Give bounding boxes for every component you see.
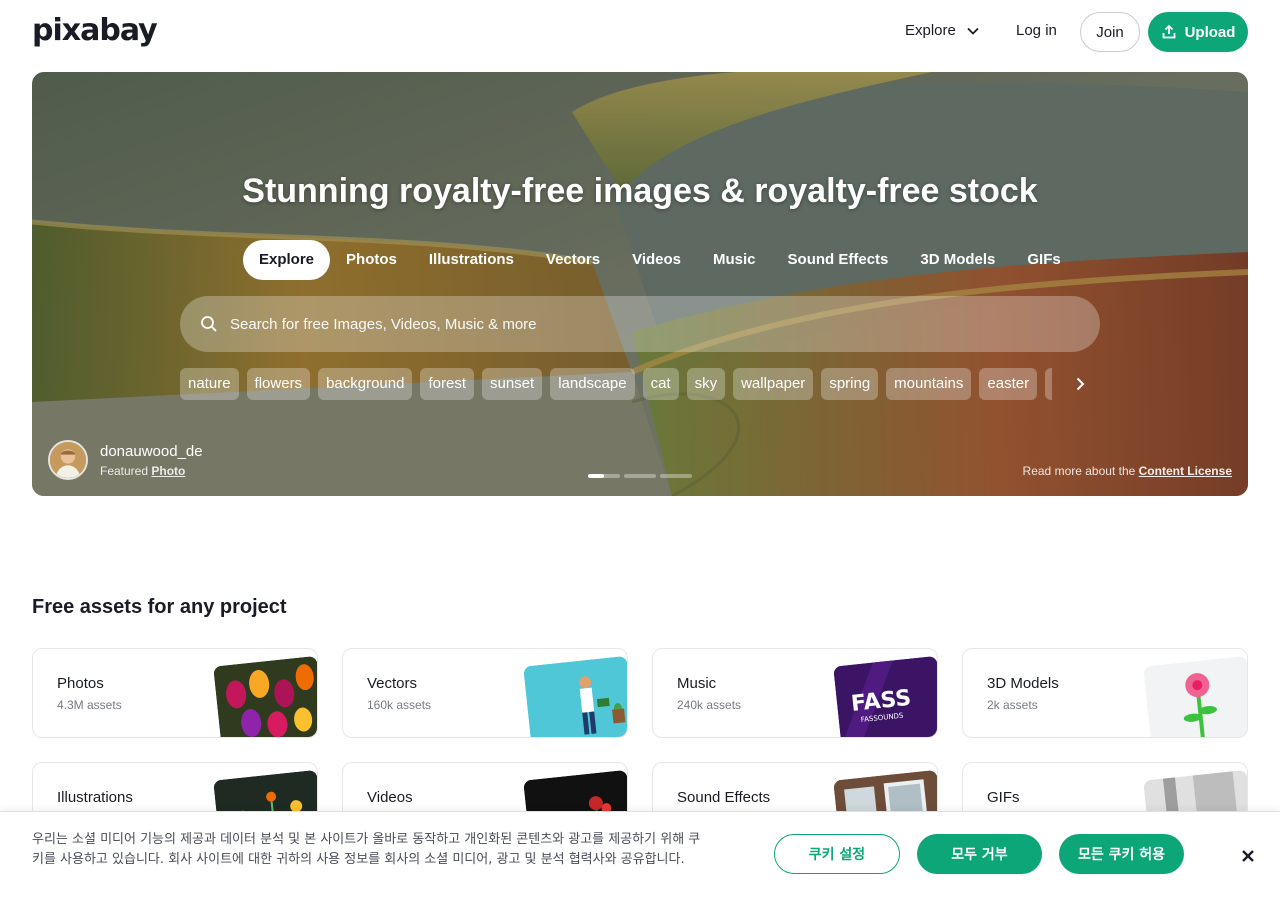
pixabay-logo[interactable]: pixabay: [32, 13, 158, 48]
login-link[interactable]: Log in: [1016, 22, 1057, 39]
explore-menu[interactable]: Explore: [905, 22, 980, 39]
tab-gifs[interactable]: GIFs: [1011, 240, 1076, 280]
tag-chip[interactable]: flowers: [246, 368, 311, 400]
tag-chip[interactable]: spring: [821, 368, 879, 400]
join-button[interactable]: Join: [1080, 12, 1140, 52]
tab-explore[interactable]: Explore: [243, 240, 331, 280]
search-icon: [201, 316, 217, 332]
author-name[interactable]: donauwood_de: [100, 443, 203, 460]
tab-illustrations[interactable]: Illustrations: [413, 240, 530, 280]
tag-chip[interactable]: nature: [180, 368, 239, 400]
upload-icon: [1162, 24, 1175, 39]
tag-chip[interactable]: easter: [979, 368, 1038, 400]
featured-author: donauwood_de Featured Photo: [48, 440, 203, 480]
asset-card-vectors[interactable]: Vectors 160k assets: [342, 648, 628, 738]
asset-card-name: Illustrations: [57, 789, 133, 806]
featured-prefix: Featured: [100, 463, 149, 478]
carousel-dot[interactable]: [660, 474, 692, 478]
asset-card-count: 160k assets: [367, 698, 432, 712]
tag-chip[interactable]: forest: [420, 368, 474, 400]
asset-card-music[interactable]: Music 240k assets FASS FASSOUNDS: [652, 648, 938, 738]
tab-music[interactable]: Music: [697, 240, 772, 280]
carousel-dot[interactable]: [624, 474, 656, 478]
asset-card-name: 3D Models: [987, 675, 1059, 692]
tulips-thumbnail: [213, 655, 317, 737]
tag-chip[interactable]: mountains: [886, 368, 972, 400]
hero-overlay: [32, 72, 1248, 496]
hero-title: Stunning royalty-free images & royalty-f…: [242, 172, 1038, 210]
carousel-indicators: [588, 474, 692, 478]
asset-card-count: 240k assets: [677, 698, 742, 712]
tag-chip[interactable]: cat: [642, 368, 679, 400]
tag-chip[interactable]: sky: [686, 368, 726, 400]
asset-card-name: Photos: [57, 675, 104, 692]
featured-photo-link[interactable]: Photo: [151, 464, 185, 478]
explore-label: Explore: [905, 22, 956, 39]
search-input[interactable]: [230, 315, 1100, 333]
license-prefix: Read more about the: [1022, 464, 1136, 478]
accept-all-button[interactable]: 모든 쿠키 허용: [1059, 834, 1184, 874]
cookie-banner: 우리는 소셜 미디어 기능의 제공과 데이터 분석 및 본 사이트가 올바로 동…: [0, 811, 1280, 900]
gardener-thumbnail: [523, 655, 627, 737]
tab-sound-effects[interactable]: Sound Effects: [772, 240, 905, 280]
flower-3d-thumbnail: [1143, 655, 1247, 737]
media-type-tabs: Explore Photos Illustrations Vectors Vid…: [243, 240, 1077, 280]
tab-vectors[interactable]: Vectors: [530, 240, 616, 280]
tag-chip[interactable]: sunset: [481, 368, 543, 400]
asset-card-name: Videos: [367, 789, 413, 806]
featured-caption: Featured Photo: [100, 464, 203, 478]
avatar[interactable]: [48, 440, 88, 480]
carousel-progress: [588, 474, 604, 478]
hero-banner: Stunning royalty-free images & royalty-f…: [32, 72, 1248, 496]
upload-button[interactable]: Upload: [1148, 12, 1248, 52]
license-note: Read more about the Content License: [1023, 464, 1232, 478]
tag-chip[interactable]: wallpaper: [733, 368, 814, 400]
asset-card-name: GIFs: [987, 789, 1020, 806]
tab-photos[interactable]: Photos: [330, 240, 413, 280]
tag-chip[interactable]: landscape: [550, 368, 635, 400]
tag-chip[interactable]: i: [1045, 368, 1052, 400]
cookie-text: 우리는 소셜 미디어 기능의 제공과 데이터 분석 및 본 사이트가 올바로 동…: [32, 832, 701, 867]
content-license-link[interactable]: Content License: [1139, 464, 1232, 478]
close-icon[interactable]: [1238, 846, 1258, 866]
fassounds-thumbnail: FASS FASSOUNDS: [833, 655, 937, 737]
asset-card-photos[interactable]: Photos 4.3M assets: [32, 648, 318, 738]
carousel-dot-active[interactable]: [588, 474, 620, 478]
assets-section-title: Free assets for any project: [32, 596, 287, 618]
chevron-right-icon: [1076, 377, 1085, 391]
upload-label: Upload: [1184, 23, 1236, 41]
tag-chips: nature flowers background forest sunset …: [180, 368, 1052, 400]
asset-card-name: Music: [677, 675, 717, 692]
tag-chip[interactable]: background: [318, 368, 413, 400]
top-bar: pixabay Explore Log in Join Upload: [0, 0, 1280, 64]
tab-videos[interactable]: Videos: [616, 240, 697, 280]
asset-card-count: 4.3M assets: [57, 698, 122, 712]
search-bar: [180, 296, 1100, 352]
tab-3d-models[interactable]: 3D Models: [904, 240, 1011, 280]
cookie-settings-button[interactable]: 쿠키 설정: [774, 834, 900, 874]
reject-all-button[interactable]: 모두 거부: [917, 834, 1042, 874]
asset-card-count: 2k assets: [987, 698, 1038, 712]
tags-next-button[interactable]: [1068, 372, 1092, 396]
asset-card-3d-models[interactable]: 3D Models 2k assets: [962, 648, 1248, 738]
chevron-down-icon: [967, 27, 979, 35]
asset-card-name: Vectors: [367, 675, 418, 692]
asset-card-name: Sound Effects: [677, 789, 771, 806]
